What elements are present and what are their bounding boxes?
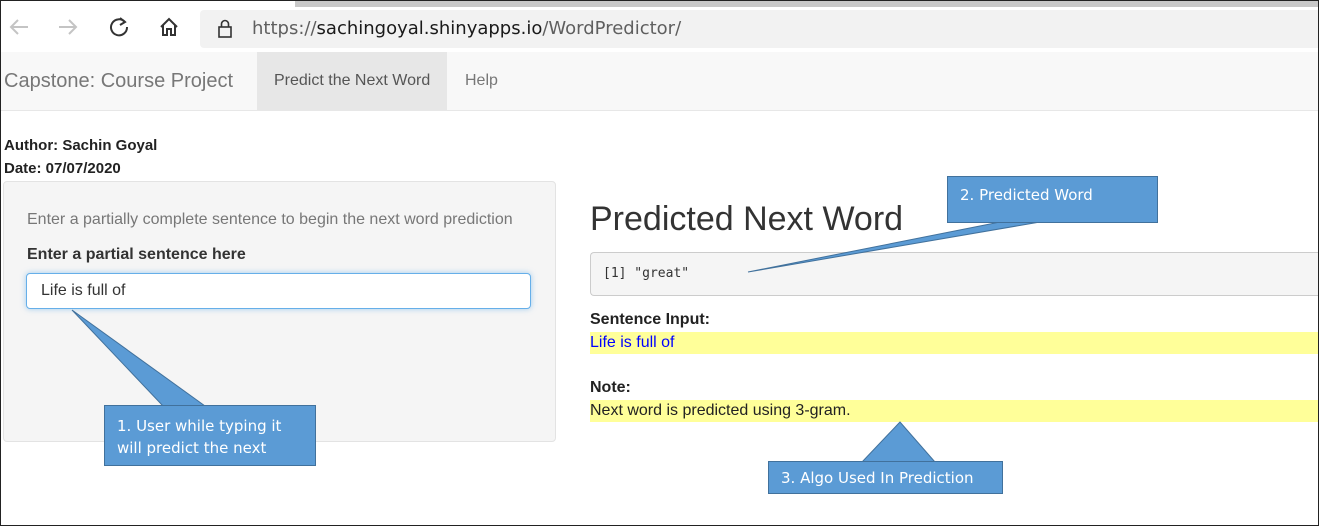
callout-user-typing: 1. User while typing it will predict the… bbox=[104, 405, 316, 466]
callout-algo-used: 3. Algo Used In Prediction bbox=[768, 461, 1003, 494]
callout-user-typing-line1: 1. User while typing it bbox=[117, 417, 282, 435]
callout-pointer-1 bbox=[71, 309, 207, 407]
callout-user-typing-line2: will predict the next bbox=[117, 439, 267, 457]
callout-pointer-2 bbox=[747, 221, 1041, 273]
callout-predicted-word-text: 2. Predicted Word bbox=[960, 186, 1093, 204]
callout-predicted-word: 2. Predicted Word bbox=[947, 176, 1158, 223]
callout-algo-used-text: 3. Algo Used In Prediction bbox=[781, 469, 974, 487]
callout-pointer-3 bbox=[860, 421, 937, 463]
